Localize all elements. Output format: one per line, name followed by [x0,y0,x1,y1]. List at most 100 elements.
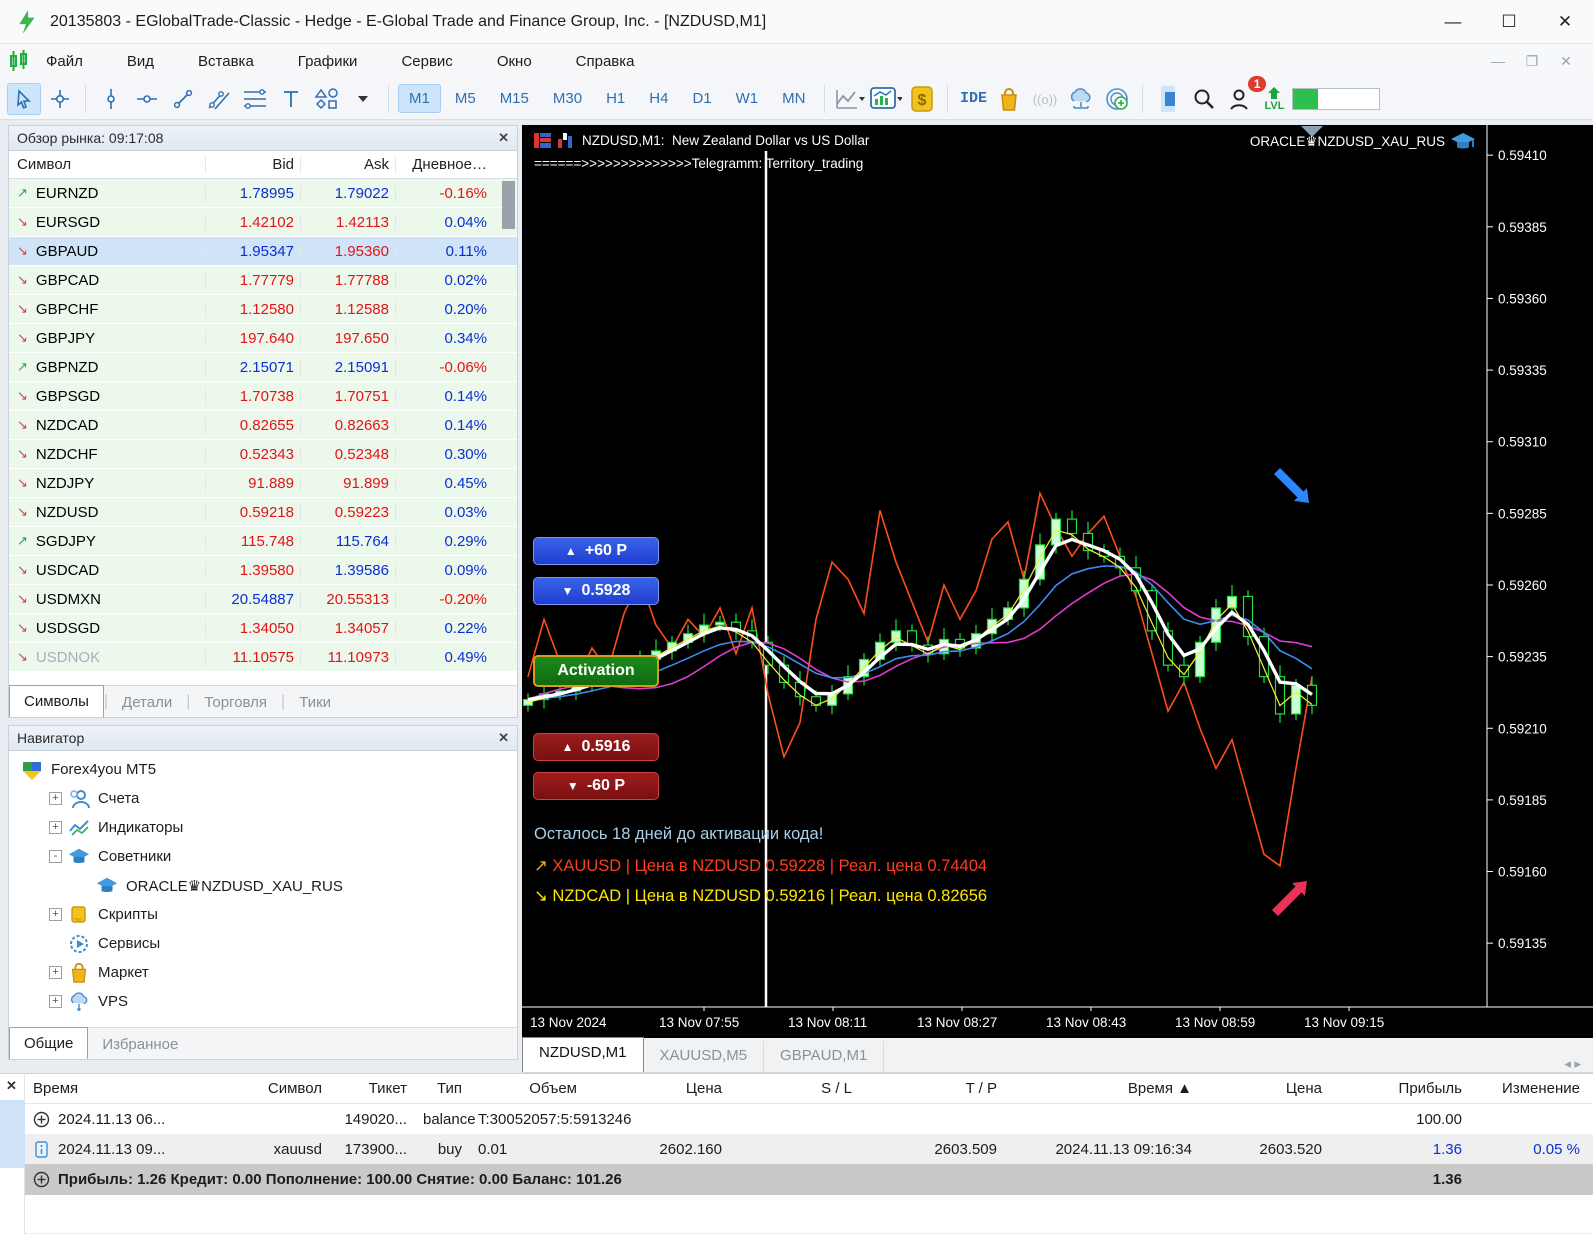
market-watch-scrollbar[interactable] [502,181,515,229]
market-watch-row[interactable]: ↘ NZDUSD 0.59218 0.59223 0.03% [9,498,517,527]
column-header[interactable]: Bid [205,156,300,173]
shapes-tool-icon[interactable] [310,83,344,115]
navigator-item-маркет[interactable]: + Маркет [15,958,517,987]
expand-icon[interactable]: + [49,821,62,834]
fibo-tool-icon[interactable] [238,83,272,115]
menu-справка[interactable]: Справка [576,47,635,76]
market-watch-row[interactable]: ↘ GBPJPY 197.640 197.650 0.34% [9,324,517,353]
menu-сервис[interactable]: Сервис [401,47,452,76]
market-watch-row[interactable]: ↘ NZDCAD 0.82655 0.82663 0.14% [9,411,517,440]
market-watch-tab-4[interactable]: Тики [285,687,345,717]
market-watch-row[interactable]: ↘ GBPCHF 1.12580 1.12588 0.20% [9,295,517,324]
market-watch-row[interactable]: ↗ EURNZD 1.78995 1.79022 -0.16% [9,179,517,208]
market-watch-row[interactable]: ↘ USDCAD 1.39580 1.39586 0.09% [9,556,517,585]
market-watch-row[interactable]: ↘ GBPSGD 1.70738 1.70751 0.14% [9,382,517,411]
mini-chart-icon[interactable] [558,133,575,148]
crosshair-icon[interactable] [43,83,77,115]
market-watch-row[interactable]: ↘ EURSGD 1.42102 1.42113 0.04% [9,208,517,237]
navigator-item-сервисы[interactable]: Сервисы [15,929,517,958]
market-watch-row[interactable]: ↘ USDNOK 11.10575 11.10973 0.49% [9,643,517,672]
menu-файл[interactable]: Файл [46,47,83,76]
text-tool-icon[interactable] [274,83,308,115]
chart-tab-gbpaud-m1[interactable]: GBPAUD,M1 [764,1041,885,1072]
column-header[interactable]: Дневное… [395,156,495,173]
timeframe-d1-button[interactable]: D1 [682,85,721,112]
indicators-icon[interactable] [869,83,903,115]
market-watch-row[interactable]: ↘ GBPAUD 1.95347 1.95360 0.11% [9,237,517,266]
child-close-button[interactable]: ✕ [1549,48,1583,74]
toolbox-close-icon[interactable]: ✕ [6,1078,17,1094]
history-column-header[interactable]: Прибыль [1330,1080,1470,1097]
menu-окно[interactable]: Окно [497,47,532,76]
history-column-header[interactable]: Время [25,1080,225,1097]
market-watch-row[interactable]: ↗ SGDJPY 115.748 115.764 0.29% [9,527,517,556]
history-column-header[interactable]: Цена [1200,1080,1330,1097]
market-watch-close-icon[interactable]: ✕ [498,130,509,146]
activation-button[interactable]: Activation [533,655,659,687]
market-watch-tab-1[interactable]: Символы [9,685,104,717]
buy-plus60-button[interactable]: ▲ +60 P [533,537,659,565]
navigator-tab-2[interactable]: Избранное [88,1029,192,1059]
history-column-header[interactable]: T / P [860,1080,1005,1097]
history-row[interactable]: 2024.11.13 06... 149020... balance T:300520… [25,1104,1593,1134]
chart-area[interactable]: 0.59410 0.59385 0.59360 0.59335 0.59310 0.592… [522,125,1593,1038]
vline-tool-icon[interactable] [94,83,128,115]
history-column-header[interactable]: S / L [730,1080,860,1097]
navigator-close-icon[interactable]: ✕ [498,730,509,746]
trendline-tool-icon[interactable] [166,83,200,115]
timeframe-w1-button[interactable]: W1 [726,85,769,112]
market-watch-tab-2[interactable]: Детали [108,687,186,717]
history-column-header[interactable]: Тикет [330,1080,415,1097]
sell-price-button[interactable]: ▼ 0.5928 [533,577,659,605]
navigator-item-скрипты[interactable]: + Скрипты [15,900,517,929]
timeframe-m1-button[interactable]: M1 [398,84,441,113]
history-table-header[interactable]: Время Символ Тикет Тип Объем Цена S / LT / P Вр… [25,1074,1593,1104]
history-column-header[interactable]: Цена [585,1080,730,1097]
expand-icon[interactable]: + [49,908,62,921]
cloud-icon[interactable] [1064,83,1098,115]
timeframe-m5-button[interactable]: M5 [445,85,486,112]
market-watch-row[interactable]: ↘ NZDJPY 91.889 91.899 0.45% [9,469,517,498]
search-icon[interactable] [1187,83,1221,115]
history-column-header[interactable]: Изменение [1470,1080,1588,1097]
cursor-icon[interactable] [7,82,41,115]
menu-вставка[interactable]: Вставка [198,47,254,76]
expand-icon[interactable]: + [49,995,62,1008]
community-icon[interactable] [1100,83,1134,115]
market-watch-column-headers[interactable]: Символ Bid Ask Дневное… [9,151,517,179]
history-row[interactable]: 2024.11.13 09... xauusd 173900... buy 0.01 26… [25,1134,1593,1164]
market-watch-tab-3[interactable]: Торговля [190,687,281,717]
market-watch-row[interactable]: ↗ GBPNZD 2.15071 2.15091 -0.06% [9,353,517,382]
column-header[interactable]: Ask [300,156,395,173]
market-watch-row[interactable]: ↘ USDSGD 1.34050 1.34057 0.22% [9,614,517,643]
expand-icon[interactable]: + [49,792,62,805]
menu-графики[interactable]: Графики [298,47,358,76]
market-watch-row[interactable]: ↘ USDMXN 20.54887 20.55313 -0.20% [9,585,517,614]
collapse-icon[interactable]: - [49,850,62,863]
maximize-button[interactable]: ☐ [1481,0,1537,44]
column-header[interactable]: Символ [9,156,205,173]
navigator-item-forex4you-mt5[interactable]: Forex4you MT5 [15,755,517,784]
timeframe-h1-button[interactable]: H1 [596,85,635,112]
child-restore-button[interactable]: ❐ [1515,48,1549,74]
timeframe-m15-button[interactable]: M15 [490,85,539,112]
down-minus60-button[interactable]: ▼ -60 P [533,772,659,800]
navigator-item-vps[interactable]: + VPS [15,987,517,1016]
dollar-icon[interactable]: $ [905,83,939,115]
chart-tab-scroll-arrows[interactable]: ◂ ▸ [1564,1056,1593,1072]
channel-tool-icon[interactable] [202,83,236,115]
timeframe-mn-button[interactable]: MN [772,85,815,112]
shapes-dropdown-icon[interactable] [346,83,380,115]
expand-icon[interactable]: + [49,966,62,979]
chart-tab-xauusd-m5[interactable]: XAUUSD,M5 [644,1041,765,1072]
hline-tool-icon[interactable] [130,83,164,115]
chart-tab-nzdusd-m1[interactable]: NZDUSD,M1 [522,1037,644,1072]
navigator-item-советники[interactable]: - Советники [15,842,517,871]
navigator-item-oracle-nzdusd-xau-rus[interactable]: ORACLE♛NZDUSD_XAU_RUS [15,871,517,900]
user-icon[interactable]: 1 [1223,75,1267,115]
ide-icon[interactable]: IDE [956,83,990,115]
signal-icon[interactable]: ((o)) [1028,83,1062,115]
history-column-header[interactable]: Символ [225,1080,330,1097]
history-column-header[interactable]: Объем [470,1080,585,1097]
up-target-button[interactable]: ▲ 0.5916 [533,733,659,761]
